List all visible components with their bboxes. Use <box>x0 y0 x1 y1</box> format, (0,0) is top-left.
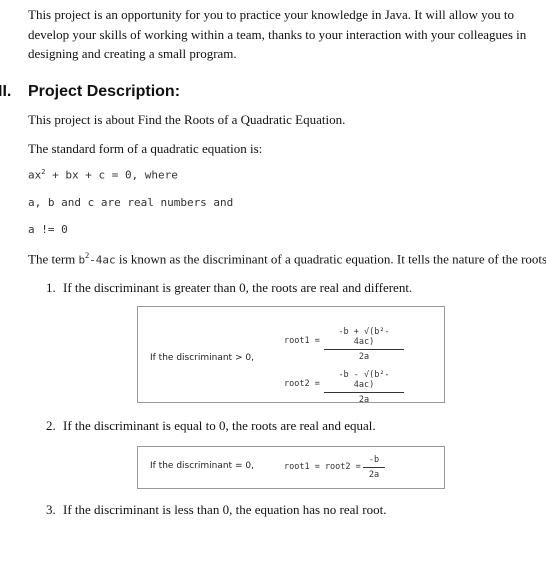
root2-fraction: -b - √(b²- 4ac) 2a <box>324 370 404 405</box>
root2-label: root2 = <box>284 379 320 389</box>
section-title: Project Description: <box>28 83 181 100</box>
list-item-2: If the discriminant is equal to 0, the r… <box>63 418 376 433</box>
list-number-2: 2. <box>46 418 56 433</box>
paragraph-discriminant: The term b2-4ac is known as the discrimi… <box>28 251 546 267</box>
root1-fraction: -b + √(b²- 4ac) 2a <box>324 327 404 362</box>
roots-label: root1 = root2 = <box>284 462 361 472</box>
section-number: II. <box>0 83 12 100</box>
box2-label: If the discriminant = 0, <box>150 461 254 471</box>
equal-roots-fraction: -b 2a <box>363 455 385 480</box>
equation-condition: a != 0 <box>28 223 68 236</box>
equation-coefficients: a, b and c are real numbers and <box>28 196 234 209</box>
box1-label: If the discriminant > 0, <box>150 353 254 363</box>
list-item-3: If the discriminant is less than 0, the … <box>63 502 387 517</box>
paragraph-1: This project is about Find the Roots of … <box>28 112 346 127</box>
root1-label: root1 = <box>284 336 320 346</box>
intro-paragraph: This project is an opportunity for you t… <box>28 7 527 61</box>
paragraph-2: The standard form of a quadratic equatio… <box>28 141 263 156</box>
formula-box-greater: If the discriminant > 0, root1 = -b + √(… <box>137 306 445 405</box>
list-number-3: 3. <box>46 502 56 517</box>
list-item-1: If the discriminant is greater than 0, t… <box>63 280 413 295</box>
formula-box-equal: If the discriminant = 0, root1 = root2 =… <box>137 446 445 489</box>
equation-standard-form: ax2 + bx + c = 0, where <box>28 168 178 182</box>
list-number-1: 1. <box>46 280 56 295</box>
